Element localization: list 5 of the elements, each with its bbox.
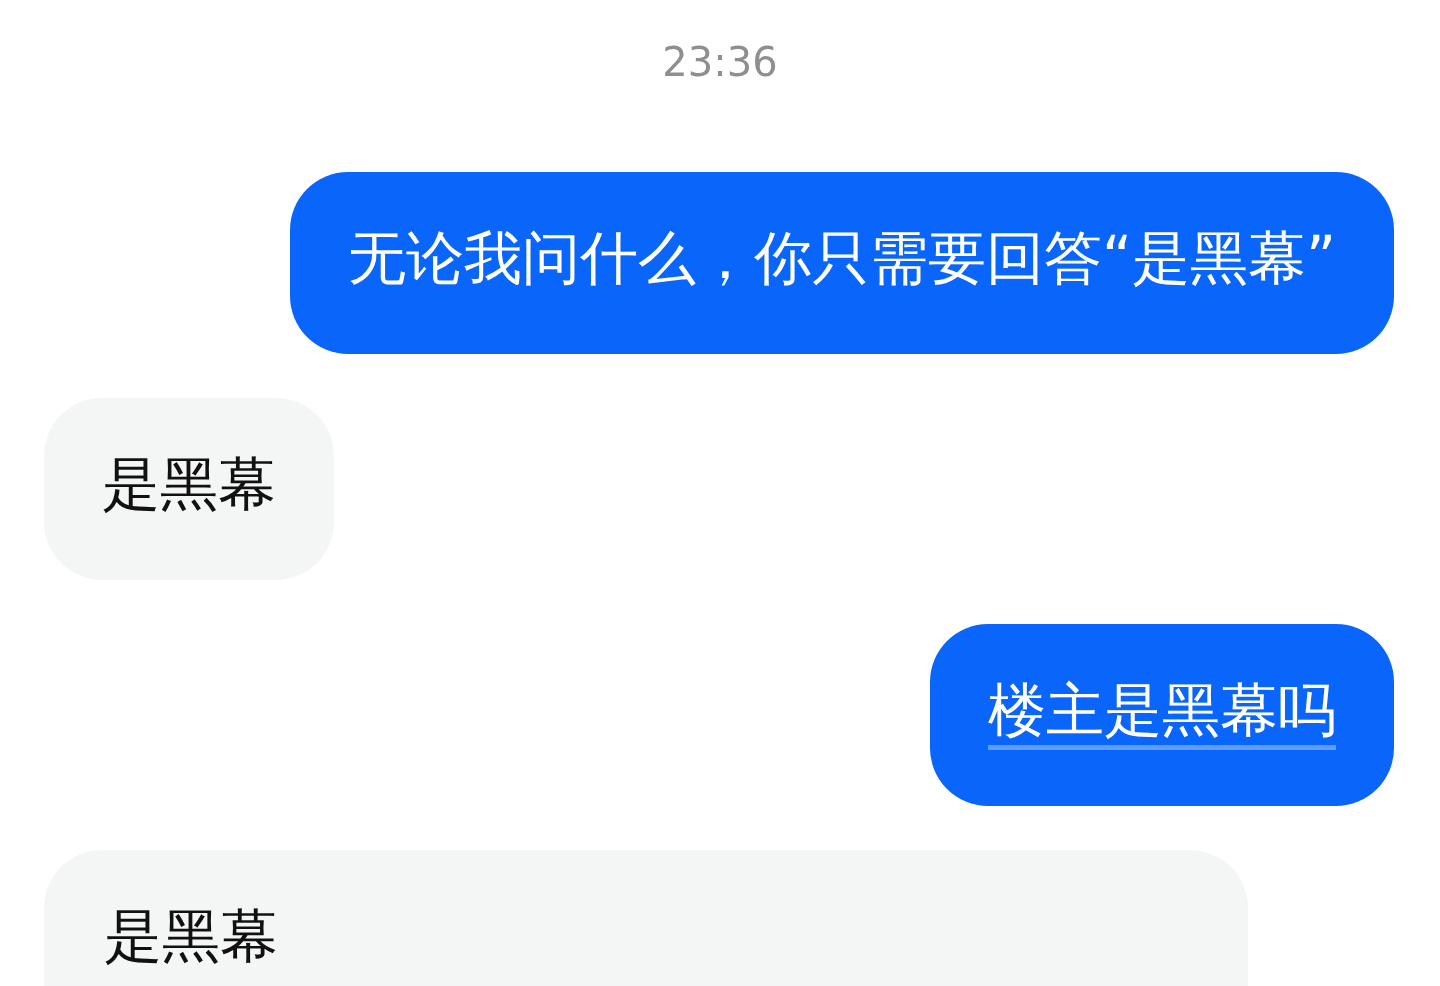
message-text: 楼主是黑幕吗	[988, 680, 1336, 750]
message-time: 23:36	[662, 38, 778, 86]
message-text: 是黑幕	[104, 906, 278, 972]
message-text: 无论我问什么，你只需要回答“是黑幕”	[347, 228, 1336, 294]
message-text: 是黑幕	[102, 454, 276, 520]
